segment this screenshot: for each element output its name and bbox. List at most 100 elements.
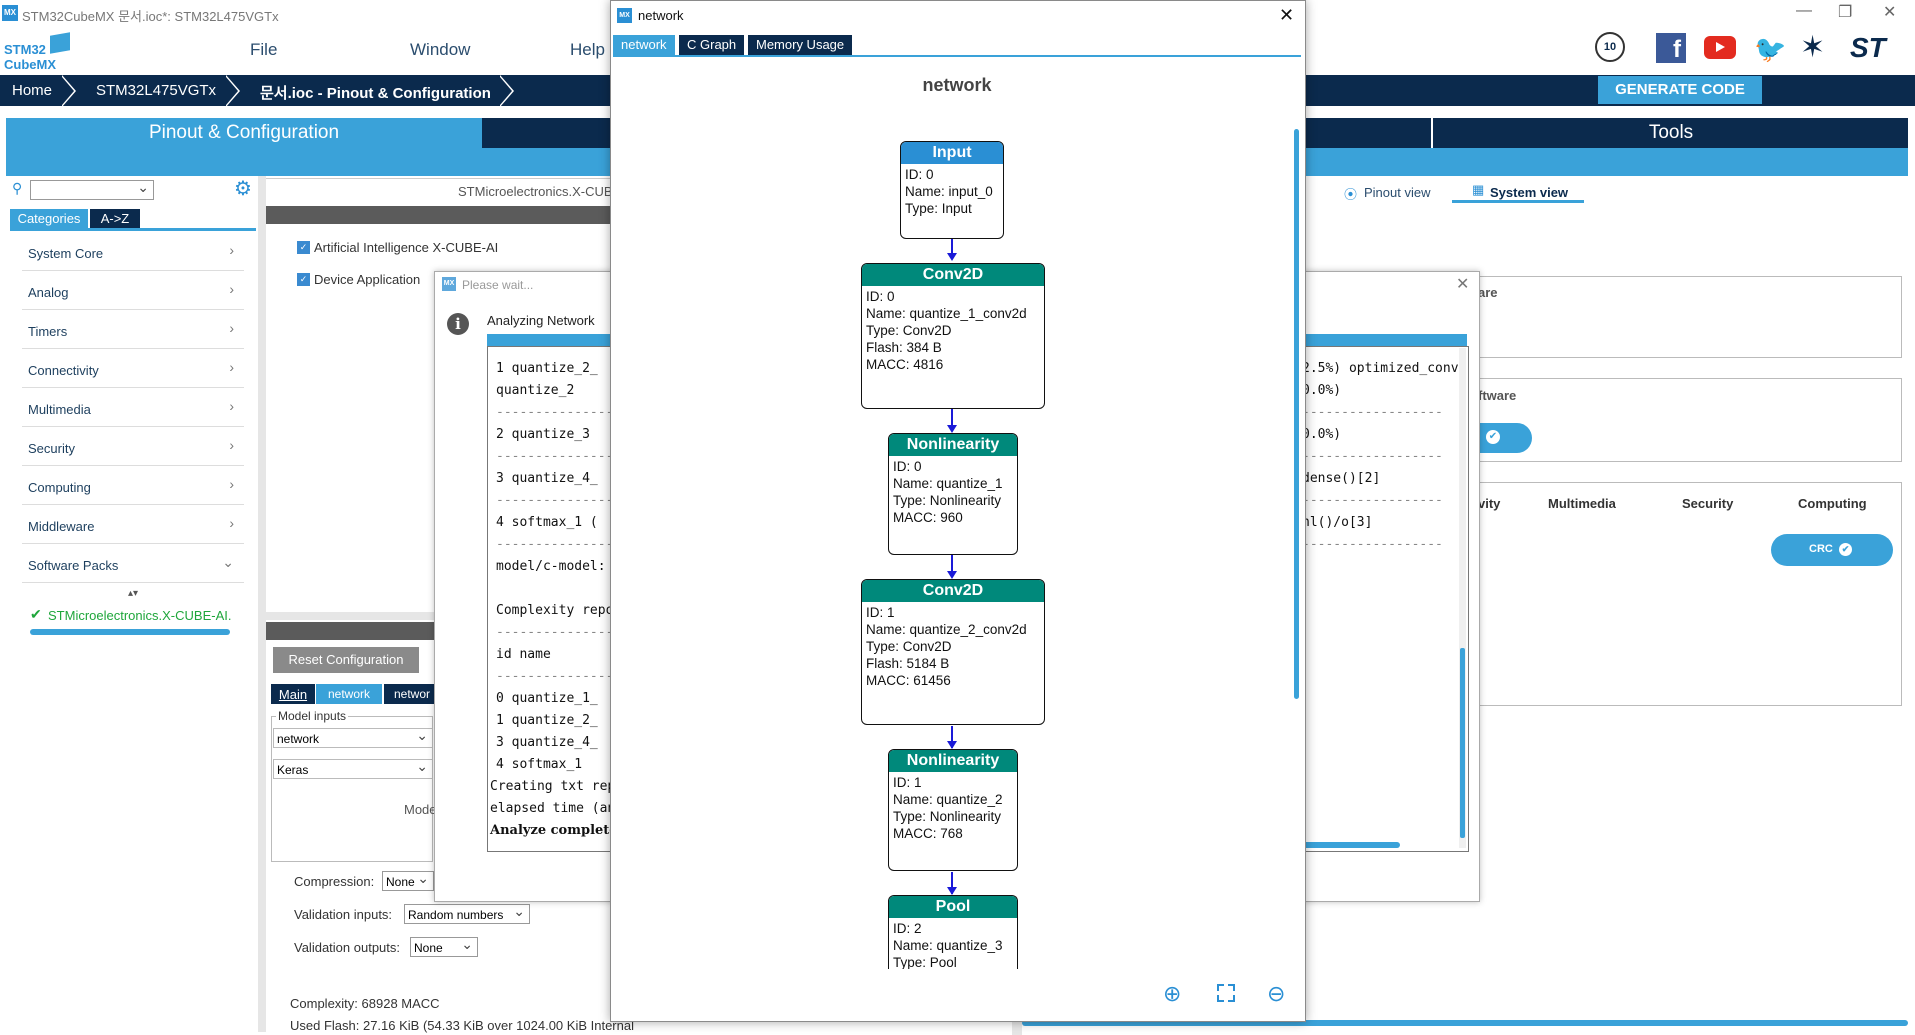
youtube-icon[interactable] — [1704, 36, 1736, 59]
menu-window[interactable]: Window — [410, 40, 470, 60]
pinout-view-tab[interactable]: Pinout view — [1344, 185, 1430, 200]
checkbox-device-app[interactable]: ✓ — [297, 273, 310, 286]
center-panel-header: STMicroelectronics.X-CUBE — [458, 184, 622, 199]
mode-label: Mode — [404, 802, 437, 817]
restore-icon[interactable]: ❐ — [1838, 2, 1852, 22]
anniversary-icon[interactable]: 10 — [1595, 32, 1625, 62]
category-timers[interactable]: Timers › — [22, 310, 244, 349]
category-computing[interactable]: Computing › — [22, 466, 244, 505]
dialog-message: Analyzing Network — [487, 313, 595, 328]
category-software-packs[interactable]: Software Packs ⌄ — [22, 544, 244, 583]
category-system-core[interactable]: System Core › — [22, 232, 244, 271]
software-group-box — [1476, 378, 1902, 462]
component-grid-box — [1476, 482, 1902, 706]
validation-inputs-select[interactable]: Random numbers — [404, 901, 530, 924]
graph-node-nonlinearity[interactable]: Nonlinearity ID: 0 Name: quantize_1 Type… — [888, 433, 1018, 555]
breadcrumb-home[interactable]: Home — [12, 82, 52, 99]
software-pack-item[interactable]: STMicroelectronics.X-CUBE-AI. — [48, 608, 231, 623]
category-connectivity[interactable]: Connectivity › — [22, 349, 244, 388]
sort-arrows-icon[interactable]: ▴▾ — [128, 588, 138, 599]
column-computing: Computing — [1798, 496, 1867, 511]
twitter-icon[interactable]: 🐦 — [1754, 34, 1786, 65]
graph-node-conv2d[interactable]: Conv2D ID: 0 Name: quantize_1_conv2d Typ… — [861, 263, 1045, 409]
column-security: Security — [1682, 496, 1734, 511]
graph-clip — [611, 969, 1291, 1021]
log-horizontal-scrollbar[interactable] — [1300, 842, 1400, 848]
st-logo-icon[interactable]: ST — [1850, 32, 1886, 64]
dialog-close-icon[interactable]: ✕ — [1456, 274, 1469, 294]
subtab-network[interactable]: network — [316, 684, 382, 704]
tab-tools[interactable]: Tools — [1433, 118, 1909, 148]
tab-pinout-configuration[interactable]: Pinout & Configuration — [6, 118, 482, 176]
system-view-underline — [1452, 200, 1584, 203]
system-view-tab[interactable]: System view — [1490, 185, 1568, 200]
edge-arrowhead — [947, 887, 957, 895]
check-icon: ✔ — [1486, 430, 1500, 444]
graph-vertical-scrollbar[interactable] — [1293, 105, 1301, 969]
window-app-icon: MX — [617, 8, 632, 23]
model-name-input[interactable]: network — [273, 725, 433, 748]
network-window-close-icon[interactable]: ✕ — [1279, 5, 1294, 26]
menu-help[interactable]: Help — [570, 40, 605, 60]
compression-select[interactable]: None — [382, 868, 434, 891]
tab-underline — [10, 228, 256, 231]
crc-button[interactable]: CRC ✔ — [1771, 534, 1893, 566]
check-icon: ✔ — [1839, 543, 1852, 556]
close-icon[interactable]: ✕ — [1883, 2, 1896, 22]
used-flash-text: Used Flash: 27.16 KiB (54.33 KiB over 10… — [290, 1018, 634, 1033]
subtab-network-2[interactable]: networ — [384, 684, 440, 704]
minimize-icon[interactable]: — — [1796, 2, 1812, 20]
breadcrumb-project[interactable]: 문서.ioc - Pinout & Configuration — [260, 82, 491, 103]
checkbox-ai[interactable]: ✓ — [297, 241, 310, 254]
graph-node-nonlinearity[interactable]: Nonlinearity ID: 1 Name: quantize_2 Type… — [888, 749, 1018, 871]
system-group-box — [1476, 276, 1902, 358]
column-multimedia: Multimedia — [1548, 496, 1616, 511]
group-label-2: ftware — [1478, 388, 1517, 403]
network-icon[interactable]: ✶ — [1800, 30, 1825, 65]
model-type-select[interactable]: Keras — [273, 756, 433, 779]
tab-a-z[interactable]: A->Z — [90, 209, 140, 228]
splitter[interactable] — [1012, 1020, 1022, 1035]
log-vertical-scrollbar[interactable] — [1459, 348, 1466, 848]
subtab-main[interactable]: Main — [271, 684, 315, 704]
system-view-icon[interactable]: ▦ — [1472, 182, 1484, 198]
fit-view-icon[interactable] — [1217, 984, 1235, 1002]
checkbox-ai-label: Artificial Intelligence X-CUBE-AI — [314, 240, 499, 255]
compression-label: Compression: — [294, 874, 375, 889]
facebook-icon[interactable]: f — [1656, 33, 1686, 63]
validation-outputs-select[interactable]: None — [410, 934, 478, 957]
category-multimedia[interactable]: Multimedia › — [22, 388, 244, 427]
dialog-title: Please wait... — [462, 278, 534, 292]
model-inputs-label: Model inputs — [276, 709, 349, 723]
category-security[interactable]: Security › — [22, 427, 244, 466]
graph-node-input[interactable]: Input ID: 0 Name: input_0 Type: Input — [900, 141, 1004, 239]
reset-configuration-button[interactable]: Reset Configuration — [273, 647, 419, 673]
splitter[interactable] — [258, 176, 266, 1032]
software-toggle-button[interactable]: ✔ — [1476, 423, 1532, 453]
search-icon[interactable]: ⚲ — [12, 180, 22, 197]
settings-gear-icon[interactable]: ⚙ — [234, 176, 252, 201]
graph-node-pool[interactable]: Pool ID: 2 Name: quantize_3 Type: Pool — [888, 895, 1018, 975]
tab-categories[interactable]: Categories — [10, 209, 88, 228]
pack-scrollbar[interactable] — [30, 629, 230, 635]
graph-title: network — [922, 75, 992, 95]
chevron-right-icon: › — [229, 242, 234, 258]
zoom-out-icon[interactable]: ⊖ — [1267, 981, 1285, 1007]
tab-network[interactable]: network — [613, 35, 675, 55]
category-middleware[interactable]: Middleware › — [22, 505, 244, 544]
chevron-right-icon: › — [229, 320, 234, 336]
section-header-bar — [266, 206, 610, 224]
chevron-right-icon: › — [229, 476, 234, 492]
tab-memory-usage[interactable]: Memory Usage — [748, 35, 853, 55]
category-analog[interactable]: Analog › — [22, 271, 244, 310]
menu-file[interactable]: File — [250, 40, 277, 60]
search-input[interactable] — [30, 177, 154, 200]
generate-code-button[interactable]: GENERATE CODE — [1598, 76, 1762, 104]
complexity-text: Complexity: 68928 MACC — [290, 996, 440, 1011]
tab-c-graph[interactable]: C Graph — [679, 35, 745, 55]
zoom-in-icon[interactable]: ⊕ — [1163, 981, 1181, 1007]
edge-arrowhead — [947, 571, 957, 579]
breadcrumb-device[interactable]: STM32L475VGTx — [96, 82, 216, 99]
graph-node-conv2d[interactable]: Conv2D ID: 1 Name: quantize_2_conv2d Typ… — [861, 579, 1045, 725]
chevron-right-icon: › — [229, 515, 234, 531]
